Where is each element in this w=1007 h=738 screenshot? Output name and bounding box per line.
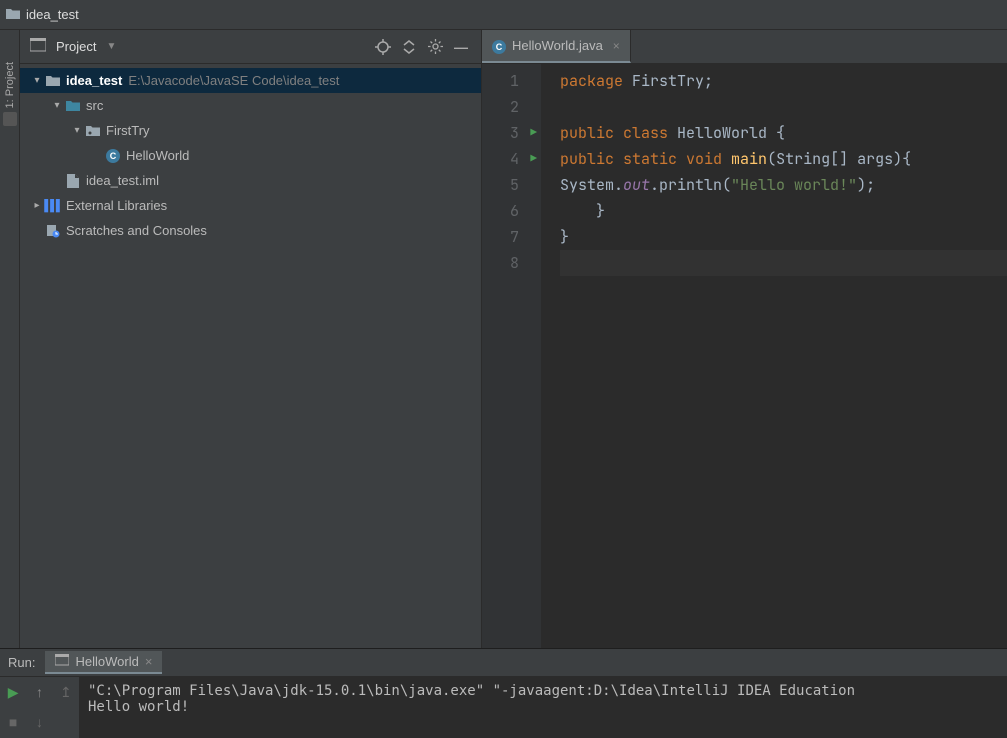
tree-item-label: Scratches and Consoles [66,223,207,238]
editor-area: C HelloWorld.java × 1 2 3▶ 4▶ 5 6 7 8 pa… [482,30,1007,648]
run-tool-header: Run: HelloWorld × [0,649,1007,677]
gutter-line[interactable]: 8 [482,250,541,276]
down-arrow-icon[interactable]: ↓ [36,714,43,730]
run-gutter-icon[interactable]: ▶ [530,126,537,140]
left-tool-rail: 1: Project [0,30,20,648]
tree-item-label: idea_test.iml [86,173,159,188]
folder-icon [6,7,20,23]
class-icon: C [492,38,506,54]
tree-item-label: src [86,98,103,113]
console-line: Hello world! [88,699,189,715]
code-editor[interactable]: 1 2 3▶ 4▶ 5 6 7 8 package FirstTry; publ… [482,64,1007,648]
tree-item-label: FirstTry [106,123,150,138]
package-icon [84,125,102,137]
run-config-name: HelloWorld [75,654,138,669]
chevron-down-icon[interactable]: ▼ [106,41,116,52]
stop-icon[interactable]: ■ [9,714,17,730]
run-console[interactable]: "C:\Program Files\Java\jdk-15.0.1\bin\ja… [80,677,1007,738]
scratch-icon [44,224,62,238]
gutter-line[interactable]: 4▶ [482,146,541,172]
project-tree: ▾ idea_test E:\Javacode\JavaSE Code\idea… [20,64,481,648]
tree-item-label: idea_test [66,73,122,88]
run-tab[interactable]: HelloWorld × [45,651,162,674]
chevron-down-icon[interactable]: ▾ [50,100,64,111]
up-arrow-icon[interactable]: ↑ [36,684,43,700]
gutter-line[interactable]: 6 [482,198,541,224]
class-icon: C [104,149,122,163]
project-panel-header: Project ▼ — [20,30,481,64]
library-icon: ▌▌▌ [44,200,62,212]
editor-tab[interactable]: C HelloWorld.java × [482,30,631,63]
project-view-icon [30,38,46,55]
chevron-down-icon[interactable]: ▾ [30,75,44,86]
tree-iml[interactable]: idea_test.iml [20,168,481,193]
gutter-line[interactable]: 5 [482,172,541,198]
project-tool-button[interactable]: 1: Project [4,58,16,112]
folder-icon [44,75,62,87]
hide-panel-icon[interactable]: — [451,37,471,57]
structure-tool-button[interactable] [3,112,17,126]
close-icon[interactable]: × [613,39,620,53]
run-header-label: Run: [8,655,35,670]
tree-external-libraries[interactable]: ▸ ▌▌▌ External Libraries [20,193,481,218]
close-icon[interactable]: × [145,654,153,669]
editor-tabbar: C HelloWorld.java × [482,30,1007,64]
gutter-line[interactable]: 2 [482,94,541,120]
run-tool-window: Run: HelloWorld × ▶ ↑ ↥ ■ ↓ "C:\Program … [0,648,1007,738]
chevron-right-icon[interactable]: ▸ [30,200,44,211]
tree-package[interactable]: ▾ FirstTry [20,118,481,143]
tree-scratches[interactable]: Scratches and Consoles [20,218,481,243]
source-folder-icon [64,100,82,112]
gutter-line[interactable]: 3▶ [482,120,541,146]
project-panel: Project ▼ — ▾ idea_test E:\Javacode\Java… [20,30,482,648]
gutter-line[interactable]: 1 [482,68,541,94]
application-icon [55,654,69,669]
filter-icon[interactable]: ↥ [60,684,72,701]
locate-icon[interactable] [373,37,393,57]
tab-label: HelloWorld.java [512,38,603,53]
chevron-down-icon[interactable]: ▾ [70,125,84,136]
tree-src[interactable]: ▾ src [20,93,481,118]
gutter-line[interactable]: 7 [482,224,541,250]
rerun-icon[interactable]: ▶ [8,684,19,701]
code-content[interactable]: package FirstTry; public class HelloWorl… [542,64,1007,648]
gear-icon[interactable] [425,37,445,57]
tree-item-label: External Libraries [66,198,167,213]
file-icon [64,174,82,188]
project-panel-title[interactable]: Project [56,39,96,54]
window-titlebar: idea_test [0,0,1007,30]
tree-class[interactable]: C HelloWorld [20,143,481,168]
window-title: idea_test [26,7,79,22]
console-line: "C:\Program Files\Java\jdk-15.0.1\bin\ja… [88,683,855,699]
tree-root[interactable]: ▾ idea_test E:\Javacode\JavaSE Code\idea… [20,68,481,93]
run-toolbar: ▶ ↑ ↥ ■ ↓ [0,677,80,738]
run-gutter-icon[interactable]: ▶ [530,152,537,166]
editor-gutter[interactable]: 1 2 3▶ 4▶ 5 6 7 8 [482,64,542,648]
tree-item-label: HelloWorld [126,148,189,163]
expand-all-icon[interactable] [399,37,419,57]
tree-item-path: E:\Javacode\JavaSE Code\idea_test [128,73,339,88]
